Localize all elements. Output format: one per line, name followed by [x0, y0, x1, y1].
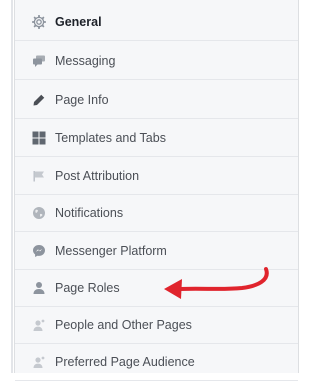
sidebar-item-label: Messaging — [55, 53, 116, 68]
sidebar-item-messenger-platform[interactable]: Messenger Platform — [15, 232, 298, 270]
person-icon — [33, 281, 45, 294]
sidebar-item-label: General — [55, 14, 102, 29]
sidebar-item-people-and-other-pages[interactable]: People and Other Pages — [15, 306, 298, 344]
sidebar-item-page-info[interactable]: Page Info — [15, 81, 298, 119]
sidebar-item-notifications[interactable]: Notifications — [15, 194, 298, 232]
sidebar-item-preferred-page-audience[interactable]: Preferred Page Audience — [15, 343, 298, 381]
grid-icon — [32, 131, 46, 144]
left-divider — [11, 0, 13, 373]
sidebar-item-label: Messenger Platform — [55, 243, 167, 258]
messenger-icon — [33, 244, 45, 257]
person-star-icon — [33, 356, 45, 368]
gear-icon — [32, 14, 46, 29]
sidebar-item-label: Page Info — [55, 92, 109, 107]
sidebar-item-label: People and Other Pages — [55, 317, 192, 332]
sidebar-item-templates-and-tabs[interactable]: Templates and Tabs — [15, 119, 298, 157]
globe-icon — [33, 206, 45, 219]
sidebar-item-label: Page Roles — [55, 280, 120, 295]
sidebar-item-general[interactable]: General — [15, 3, 298, 41]
sidebar-item-page-roles[interactable]: Page Roles — [15, 269, 298, 307]
settings-sidebar: General Messaging Page Info Templates an… — [14, 0, 299, 381]
person-star-icon — [33, 319, 45, 331]
sidebar-item-messaging[interactable]: Messaging — [15, 42, 298, 80]
sidebar-item-label: Post Attribution — [55, 168, 140, 183]
sidebar-item-label: Templates and Tabs — [55, 130, 166, 145]
flag-icon — [33, 170, 44, 181]
sidebar-item-label: Preferred Page Audience — [55, 354, 195, 369]
sidebar-item-label: Notifications — [55, 205, 124, 220]
chat-bubbles-icon — [33, 55, 45, 67]
pencil-icon — [33, 93, 45, 105]
sidebar-item-post-attribution[interactable]: Post Attribution — [15, 157, 298, 195]
